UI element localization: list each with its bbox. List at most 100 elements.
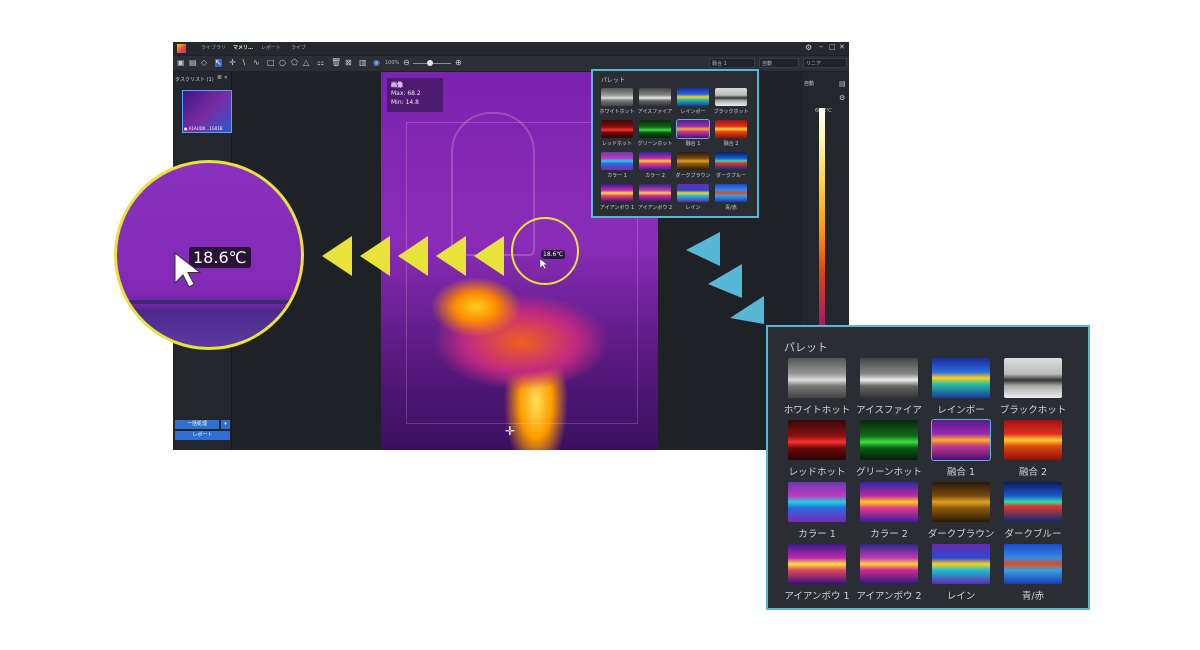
polygon-tool-icon[interactable]: ⬠ [291, 59, 298, 67]
circle-tool-icon[interactable]: ○ [279, 59, 286, 67]
palette-swatch-fusion-1[interactable] [676, 119, 710, 139]
palette-label-ironbow-1: アイアンボウ 1 [599, 205, 635, 211]
isotherm-icon[interactable]: ⚏ [317, 59, 324, 67]
palette-swatch-white-hot[interactable] [601, 88, 633, 106]
image-info-box: 画像 Max: 68.2 Min: 14.8 [387, 78, 443, 112]
scale-select[interactable]: リニア [803, 58, 847, 68]
palette-label-color-1: カラー 1 [798, 529, 836, 540]
menu-live[interactable]: ライブ [291, 44, 306, 51]
palette-swatch-ironbow-2[interactable] [639, 184, 671, 202]
menu-memory[interactable]: マメリ… [233, 44, 253, 51]
palette-label-blue-red: 青/赤 [725, 205, 737, 211]
palette-swatch-dark-brown[interactable] [932, 482, 990, 522]
save-as-icon[interactable]: ▤ [189, 59, 197, 67]
polyline-tool-icon[interactable]: ∿ [253, 59, 260, 67]
palette-swatch-blue-red[interactable] [1004, 544, 1062, 584]
palette-swatch-white-hot[interactable] [788, 358, 846, 398]
close-icon[interactable]: ✕ [839, 43, 845, 51]
palette-label-rainbow: レインボー [937, 405, 985, 416]
palette-label-green-hot: グリーンホット [855, 467, 923, 478]
zoom-out-icon[interactable]: ⊖ [403, 59, 410, 67]
palette-swatch-rainbow[interactable] [677, 88, 709, 106]
zoom-in-icon[interactable]: ⊕ [455, 59, 462, 67]
batch-process-button[interactable]: 一括処理 [175, 420, 219, 429]
side-settings-icon[interactable]: ⚙ [839, 94, 845, 102]
palette-swatch-blue-red[interactable] [715, 184, 747, 202]
palette-swatch-green-hot[interactable] [860, 420, 918, 460]
yellow-arrow-1 [322, 236, 352, 276]
image-icon[interactable]: ⊠ [345, 59, 352, 67]
palette-swatch-fusion-2[interactable] [1004, 420, 1062, 460]
palette-label-color-2: カラー 2 [870, 529, 908, 540]
magnifier-edge-band [117, 300, 301, 304]
palette-swatch-rain[interactable] [677, 184, 709, 202]
palette-label-red-hot: レッドホット [601, 141, 632, 147]
report-button-label: レポート [192, 432, 213, 438]
palette-swatch-ironbow-1[interactable] [788, 544, 846, 584]
zoom-level: 100% [385, 60, 400, 66]
palette-swatch-dark-brown[interactable] [677, 152, 709, 170]
palette-swatch-color-2[interactable] [639, 152, 671, 170]
magnifier-circle: 18.6℃ [114, 160, 304, 350]
image-thumbnail[interactable]: ● A1AUD0...1G01B [182, 90, 232, 133]
palette-swatch-dark-blue[interactable] [715, 152, 747, 170]
image-info-title: 画像 [391, 82, 404, 89]
save-icon[interactable]: ▣ [177, 59, 185, 67]
menu-library[interactable]: ライブラリ [201, 44, 226, 51]
zoom-slider[interactable] [413, 60, 451, 66]
rectangle-tool-icon[interactable]: □ [267, 59, 275, 67]
palette-label-ice-fire: アイスファイア [637, 109, 673, 115]
tag-icon[interactable]: ◇ [201, 59, 207, 67]
palette-swatch-color-1[interactable] [788, 482, 846, 522]
settings-icon[interactable]: ⚙ [805, 43, 812, 52]
palette-swatch-rainbow[interactable] [932, 358, 990, 398]
palette-swatch-fusion-1[interactable] [931, 419, 991, 461]
batch-process-dropdown[interactable]: ▾ [221, 420, 230, 429]
thumbnail-caption: ● A1AUD0...1G01B [184, 126, 223, 131]
palette-swatch-color-2[interactable] [860, 482, 918, 522]
palette-swatch-red-hot[interactable] [601, 120, 633, 138]
color-scale-bar[interactable] [819, 108, 825, 328]
side-image-icon[interactable]: ▤ [839, 80, 846, 88]
palette-swatch-fusion-2[interactable] [715, 120, 747, 138]
scale-select-value: リニア [806, 61, 822, 67]
scale-auto-label[interactable]: 自動 [804, 80, 814, 87]
fusion-icon[interactable]: ◉ [373, 59, 380, 67]
palette-swatch-dark-blue[interactable] [1004, 482, 1062, 522]
palette-swatch-rain[interactable] [932, 544, 990, 584]
palette-label-color-2: カラー 2 [645, 173, 665, 179]
palette-swatch-ice-fire[interactable] [639, 88, 671, 106]
image-max: Max: 68.2 [391, 90, 421, 97]
palette-title-small: パレット [601, 77, 626, 84]
palette-swatch-black-hot[interactable] [715, 88, 747, 106]
crosshair-icon: ✛ [505, 424, 516, 438]
delete-icon[interactable]: 🗑 [331, 59, 341, 67]
maximize-icon[interactable]: □ [829, 43, 836, 51]
report-button[interactable]: レポート [175, 431, 230, 440]
palette-label-color-1: カラー 1 [607, 173, 627, 179]
palette-swatch-ironbow-1[interactable] [601, 184, 633, 202]
menu-report[interactable]: レポート [261, 44, 281, 51]
yellow-arrow-5 [474, 236, 504, 276]
palette-label-dark-blue: ダークブルー [1004, 529, 1062, 540]
palette-swatch-color-1[interactable] [601, 152, 633, 170]
palette-select[interactable]: 融合 1 [709, 58, 755, 68]
palette-label-black-hot: ブラックホット [713, 109, 749, 115]
magnified-cursor-icon [174, 251, 202, 288]
point-tool-icon[interactable]: ✛ [229, 59, 236, 67]
palette-label-rainbow: レインボー [680, 109, 706, 115]
palette-swatch-ironbow-2[interactable] [860, 544, 918, 584]
palette-swatch-ice-fire[interactable] [860, 358, 918, 398]
focus-circle [511, 217, 579, 285]
line-tool-icon[interactable]: ∖ [241, 59, 246, 67]
triangle-tool-icon[interactable]: △ [303, 59, 309, 67]
palette-swatch-green-hot[interactable] [639, 120, 671, 138]
minimize-icon[interactable]: – [819, 42, 823, 51]
histogram-icon[interactable]: ▥ [359, 59, 367, 67]
task-list-menu-icon[interactable]: ≣ « [217, 74, 228, 81]
mode-select[interactable]: 自動 [759, 58, 799, 68]
palette-swatch-red-hot[interactable] [788, 420, 846, 460]
select-icon[interactable]: ↖ [215, 59, 222, 67]
palette-swatch-black-hot[interactable] [1004, 358, 1062, 398]
zoom-slider-handle[interactable] [427, 60, 433, 66]
